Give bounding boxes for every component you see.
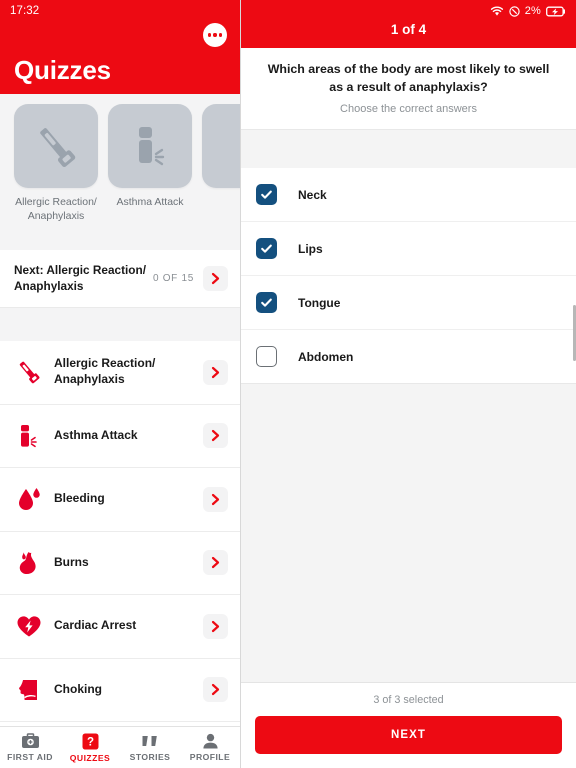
quiz-row-choking[interactable]: Choking — [0, 658, 240, 722]
checkbox-checked-icon[interactable] — [256, 184, 277, 206]
checkbox-checked-icon[interactable] — [256, 238, 277, 260]
checkbox-checked-icon[interactable] — [256, 292, 277, 314]
answer-option-label: Abdomen — [298, 349, 354, 364]
person-icon — [202, 733, 218, 749]
quiz-row-bleeding[interactable]: Bleeding — [0, 468, 240, 532]
chevron-right-icon[interactable] — [203, 677, 228, 703]
quiz-row-label: Burns — [54, 554, 89, 569]
flame-icon — [14, 549, 44, 577]
head-profile-icon — [14, 676, 44, 704]
quiz-list: Allergic Reaction/ Anaphylaxis Asthma At… — [0, 341, 240, 726]
quotation-marks-icon — [142, 735, 157, 746]
carousel-item-partial[interactable] — [202, 104, 240, 196]
more-options-icon[interactable] — [203, 23, 227, 47]
question-text: Which areas of the body are most likely … — [267, 62, 550, 94]
svg-text:?: ? — [86, 736, 93, 748]
battery-charging-icon — [546, 6, 565, 16]
answer-options-list: Neck Lips Tongue Abdomen — [241, 168, 576, 385]
status-bar-time: 17:32 — [10, 5, 40, 17]
tab-first-aid[interactable]: FIRST AID — [0, 727, 60, 768]
wifi-icon — [490, 5, 503, 16]
chevron-right-icon[interactable] — [203, 423, 228, 449]
status-bar-right: 2% — [241, 0, 576, 22]
first-aid-kit-icon — [21, 733, 39, 748]
quiz-footer: 3 of 3 selected NEXT — [241, 682, 576, 768]
heart-lightning-icon — [14, 612, 44, 640]
blood-drop-icon — [14, 485, 44, 513]
quiz-row-label: Asthma Attack — [54, 427, 138, 442]
app-root: 17:32 Quizzes Allergic Reaction/ Anaphyl… — [0, 0, 576, 768]
chevron-right-icon[interactable] — [203, 550, 228, 576]
more-dot — [213, 33, 217, 37]
page-title: Quizzes — [14, 55, 111, 85]
bleeding-icon — [202, 104, 240, 188]
tab-label: STORIES — [129, 751, 171, 762]
quiz-row-label: Allergic Reaction/ Anaphylaxis — [54, 356, 156, 387]
answer-option-neck[interactable]: Neck — [241, 168, 576, 223]
bottom-tab-bar: FIRST AID ? QUIZZES STORIES PROFILE — [0, 726, 240, 768]
carousel-item-asthma-attack[interactable]: Asthma Attack — [108, 104, 192, 210]
chevron-right-icon[interactable] — [203, 359, 228, 385]
answer-option-label: Tongue — [298, 295, 341, 310]
next-quiz-title: Next: Allergic Reaction/ Anaphylaxis — [14, 262, 146, 293]
quiz-row-allergic-reaction[interactable]: Allergic Reaction/ Anaphylaxis — [0, 341, 240, 405]
tab-quizzes[interactable]: ? QUIZZES — [60, 727, 120, 768]
tab-label: PROFILE — [189, 752, 231, 762]
section-spacer — [0, 308, 240, 341]
chevron-right-icon[interactable] — [203, 613, 228, 639]
question-instruction: Choose the correct answers — [340, 103, 477, 116]
quiz-row-label: Choking — [54, 681, 102, 696]
answer-option-lips[interactable]: Lips — [241, 222, 576, 277]
answers-empty-area — [241, 384, 576, 682]
answers-spacer — [241, 130, 576, 169]
tab-label: QUIZZES — [69, 752, 111, 763]
chevron-right-icon[interactable] — [203, 486, 228, 512]
tab-profile[interactable]: PROFILE — [180, 727, 240, 768]
selection-status: 3 of 3 selected — [373, 694, 444, 706]
quizzes-panel: 17:32 Quizzes Allergic Reaction/ Anaphyl… — [0, 0, 241, 768]
chevron-right-icon[interactable] — [203, 266, 228, 291]
quiz-row-burns[interactable]: Burns — [0, 531, 240, 595]
checkbox-unchecked-icon[interactable] — [256, 346, 277, 368]
epipen-icon — [14, 358, 44, 386]
quiz-row-asthma-attack[interactable]: Asthma Attack — [0, 404, 240, 468]
answer-option-tongue[interactable]: Tongue — [241, 276, 576, 331]
carousel-item-label: Asthma Attack — [116, 196, 184, 208]
battery-percent: 2% — [524, 5, 541, 17]
inhaler-icon — [14, 422, 44, 450]
more-dot — [207, 33, 212, 37]
answer-option-label: Neck — [298, 187, 327, 202]
quiz-row-label: Cardiac Arrest — [54, 618, 137, 633]
carousel-item-label: Allergic Reaction/ Anaphylaxis — [15, 196, 97, 222]
quiz-progress-label: 1 of 4 — [390, 22, 427, 37]
answer-option-label: Lips — [298, 241, 323, 256]
quizzes-header: Quizzes — [0, 22, 240, 94]
question-mark-icon: ? — [82, 733, 98, 749]
tab-stories[interactable]: STORIES — [120, 727, 180, 768]
vertical-scrollbar[interactable] — [573, 305, 576, 361]
category-carousel[interactable]: Allergic Reaction/ Anaphylaxis Asthma At… — [0, 94, 240, 250]
status-bar-left: 17:32 — [0, 0, 240, 22]
inhaler-icon — [108, 104, 192, 188]
epipen-icon — [14, 104, 98, 188]
quiz-progress-header: 1 of 4 — [241, 22, 576, 48]
next-quiz-progress: 0 OF 15 — [152, 273, 194, 284]
more-dot — [218, 33, 223, 37]
tab-label: FIRST AID — [7, 752, 53, 762]
question-card: Which areas of the body are most likely … — [241, 48, 576, 131]
do-not-disturb-icon — [508, 5, 520, 17]
next-quiz-row[interactable]: Next: Allergic Reaction/ Anaphylaxis 0 O… — [0, 250, 240, 308]
quiz-question-panel: 2% 1 of 4 Which areas of the body are mo… — [241, 0, 576, 768]
quiz-row-cardiac-arrest[interactable]: Cardiac Arrest — [0, 595, 240, 659]
next-button[interactable]: NEXT — [255, 716, 562, 754]
carousel-item-allergic-reaction[interactable]: Allergic Reaction/ Anaphylaxis — [14, 104, 98, 224]
answer-option-abdomen[interactable]: Abdomen — [241, 330, 576, 385]
quiz-row-label: Bleeding — [54, 491, 105, 506]
